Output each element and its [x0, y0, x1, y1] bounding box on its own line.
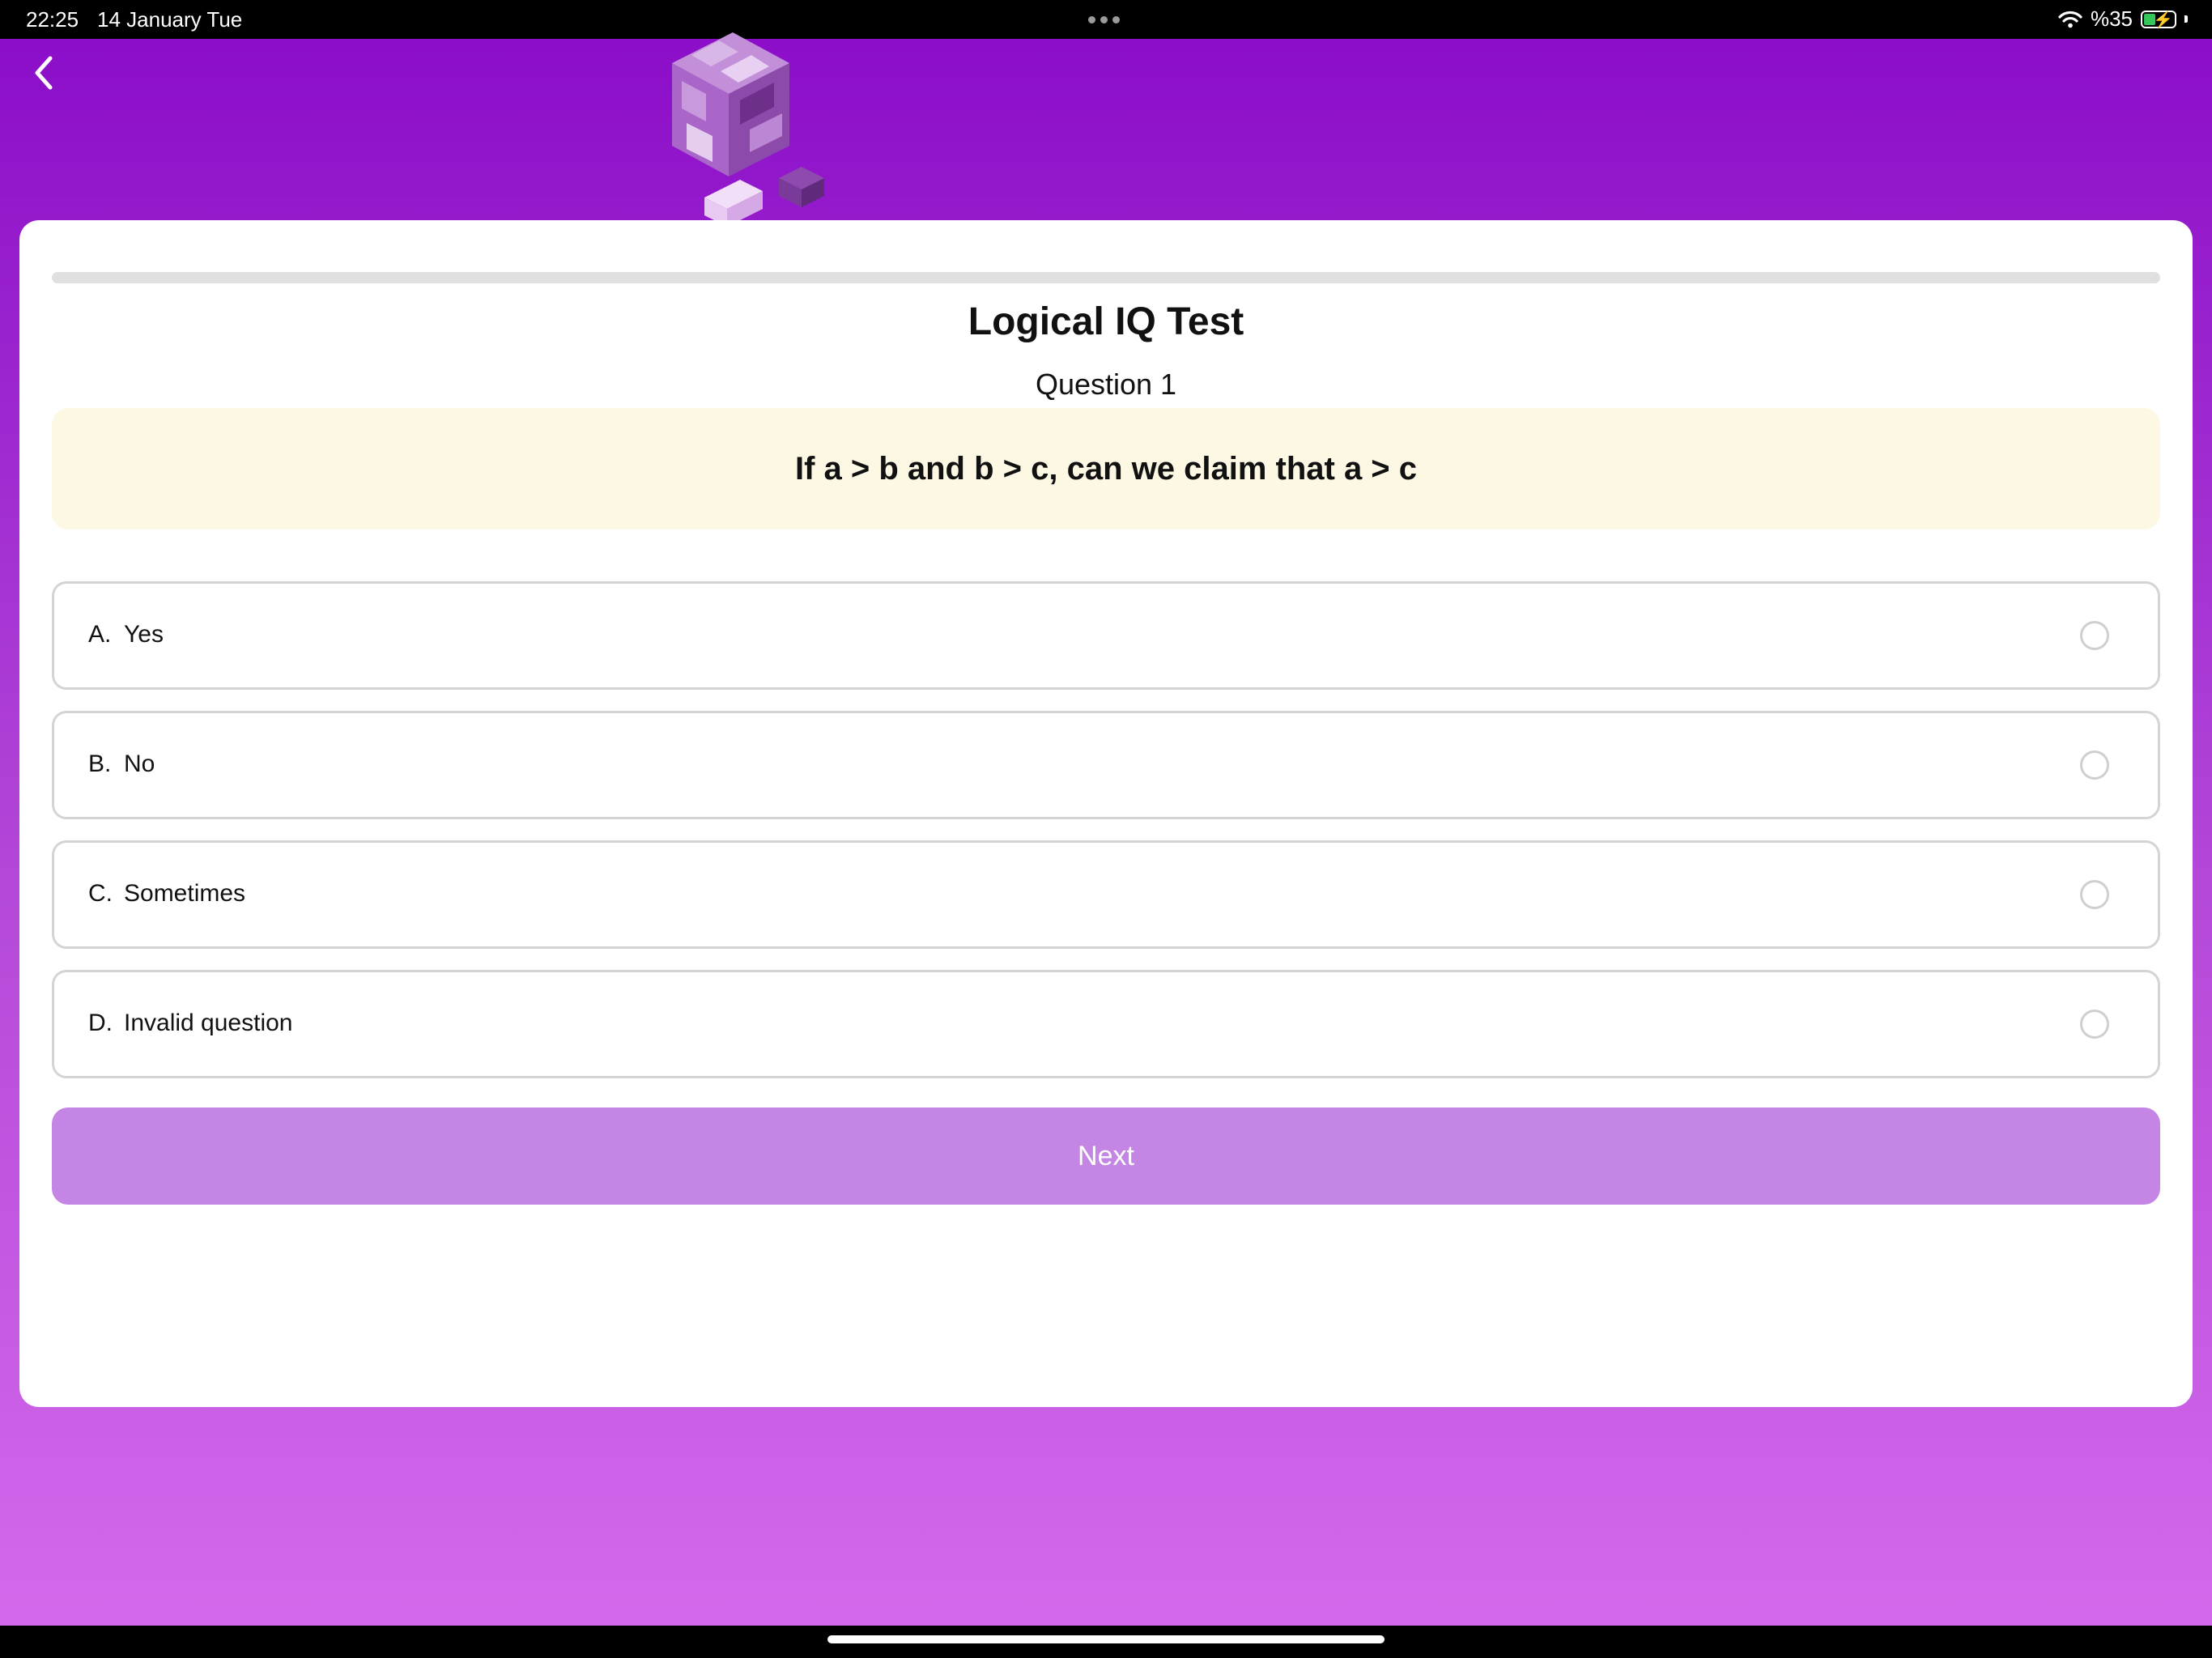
- option-label: Yes: [124, 621, 164, 648]
- battery-icon: ⚡: [2141, 10, 2176, 29]
- radio-button[interactable]: [2080, 750, 2109, 780]
- status-indicators: %35 ⚡: [2058, 6, 2188, 32]
- wifi-icon: [2058, 11, 2082, 28]
- quiz-card: Logical IQ Test Question 1 If a > b and …: [19, 220, 2193, 1407]
- option-label: No: [124, 750, 155, 777]
- option-letter: D.: [88, 1010, 113, 1036]
- option-letter: C.: [88, 880, 113, 907]
- option-c[interactable]: C. Sometimes: [52, 840, 2160, 949]
- puzzle-cube-illustration: [672, 32, 824, 227]
- option-a[interactable]: A. Yes: [52, 581, 2160, 690]
- radio-button[interactable]: [2080, 880, 2109, 909]
- progress-bar: [52, 272, 2160, 283]
- battery-percent: %35: [2090, 6, 2133, 31]
- home-indicator[interactable]: [827, 1635, 1385, 1643]
- status-date: 14 January Tue: [97, 7, 243, 32]
- status-bar: 22:25 14 January Tue %35 ⚡: [0, 0, 2212, 39]
- question-text: If a > b and b > c, can we claim that a …: [794, 450, 1418, 487]
- option-d[interactable]: D. Invalid question: [52, 970, 2160, 1078]
- page-title: Logical IQ Test: [968, 300, 1244, 343]
- question-box: If a > b and b > c, can we claim that a …: [52, 408, 2160, 529]
- radio-button[interactable]: [2080, 621, 2109, 650]
- option-label: Sometimes: [124, 880, 246, 907]
- next-button[interactable]: Next: [52, 1107, 2160, 1205]
- question-number: Question 1: [1035, 368, 1177, 401]
- option-letter: B.: [88, 750, 112, 777]
- option-letter: A.: [88, 621, 112, 648]
- status-time: 22:25: [26, 7, 79, 32]
- multitasking-dots-icon[interactable]: [1088, 16, 1120, 23]
- radio-button[interactable]: [2080, 1010, 2109, 1039]
- back-button[interactable]: [24, 49, 65, 97]
- chevron-left-icon: [35, 56, 53, 90]
- option-b[interactable]: B. No: [52, 711, 2160, 819]
- option-label: Invalid question: [124, 1010, 293, 1036]
